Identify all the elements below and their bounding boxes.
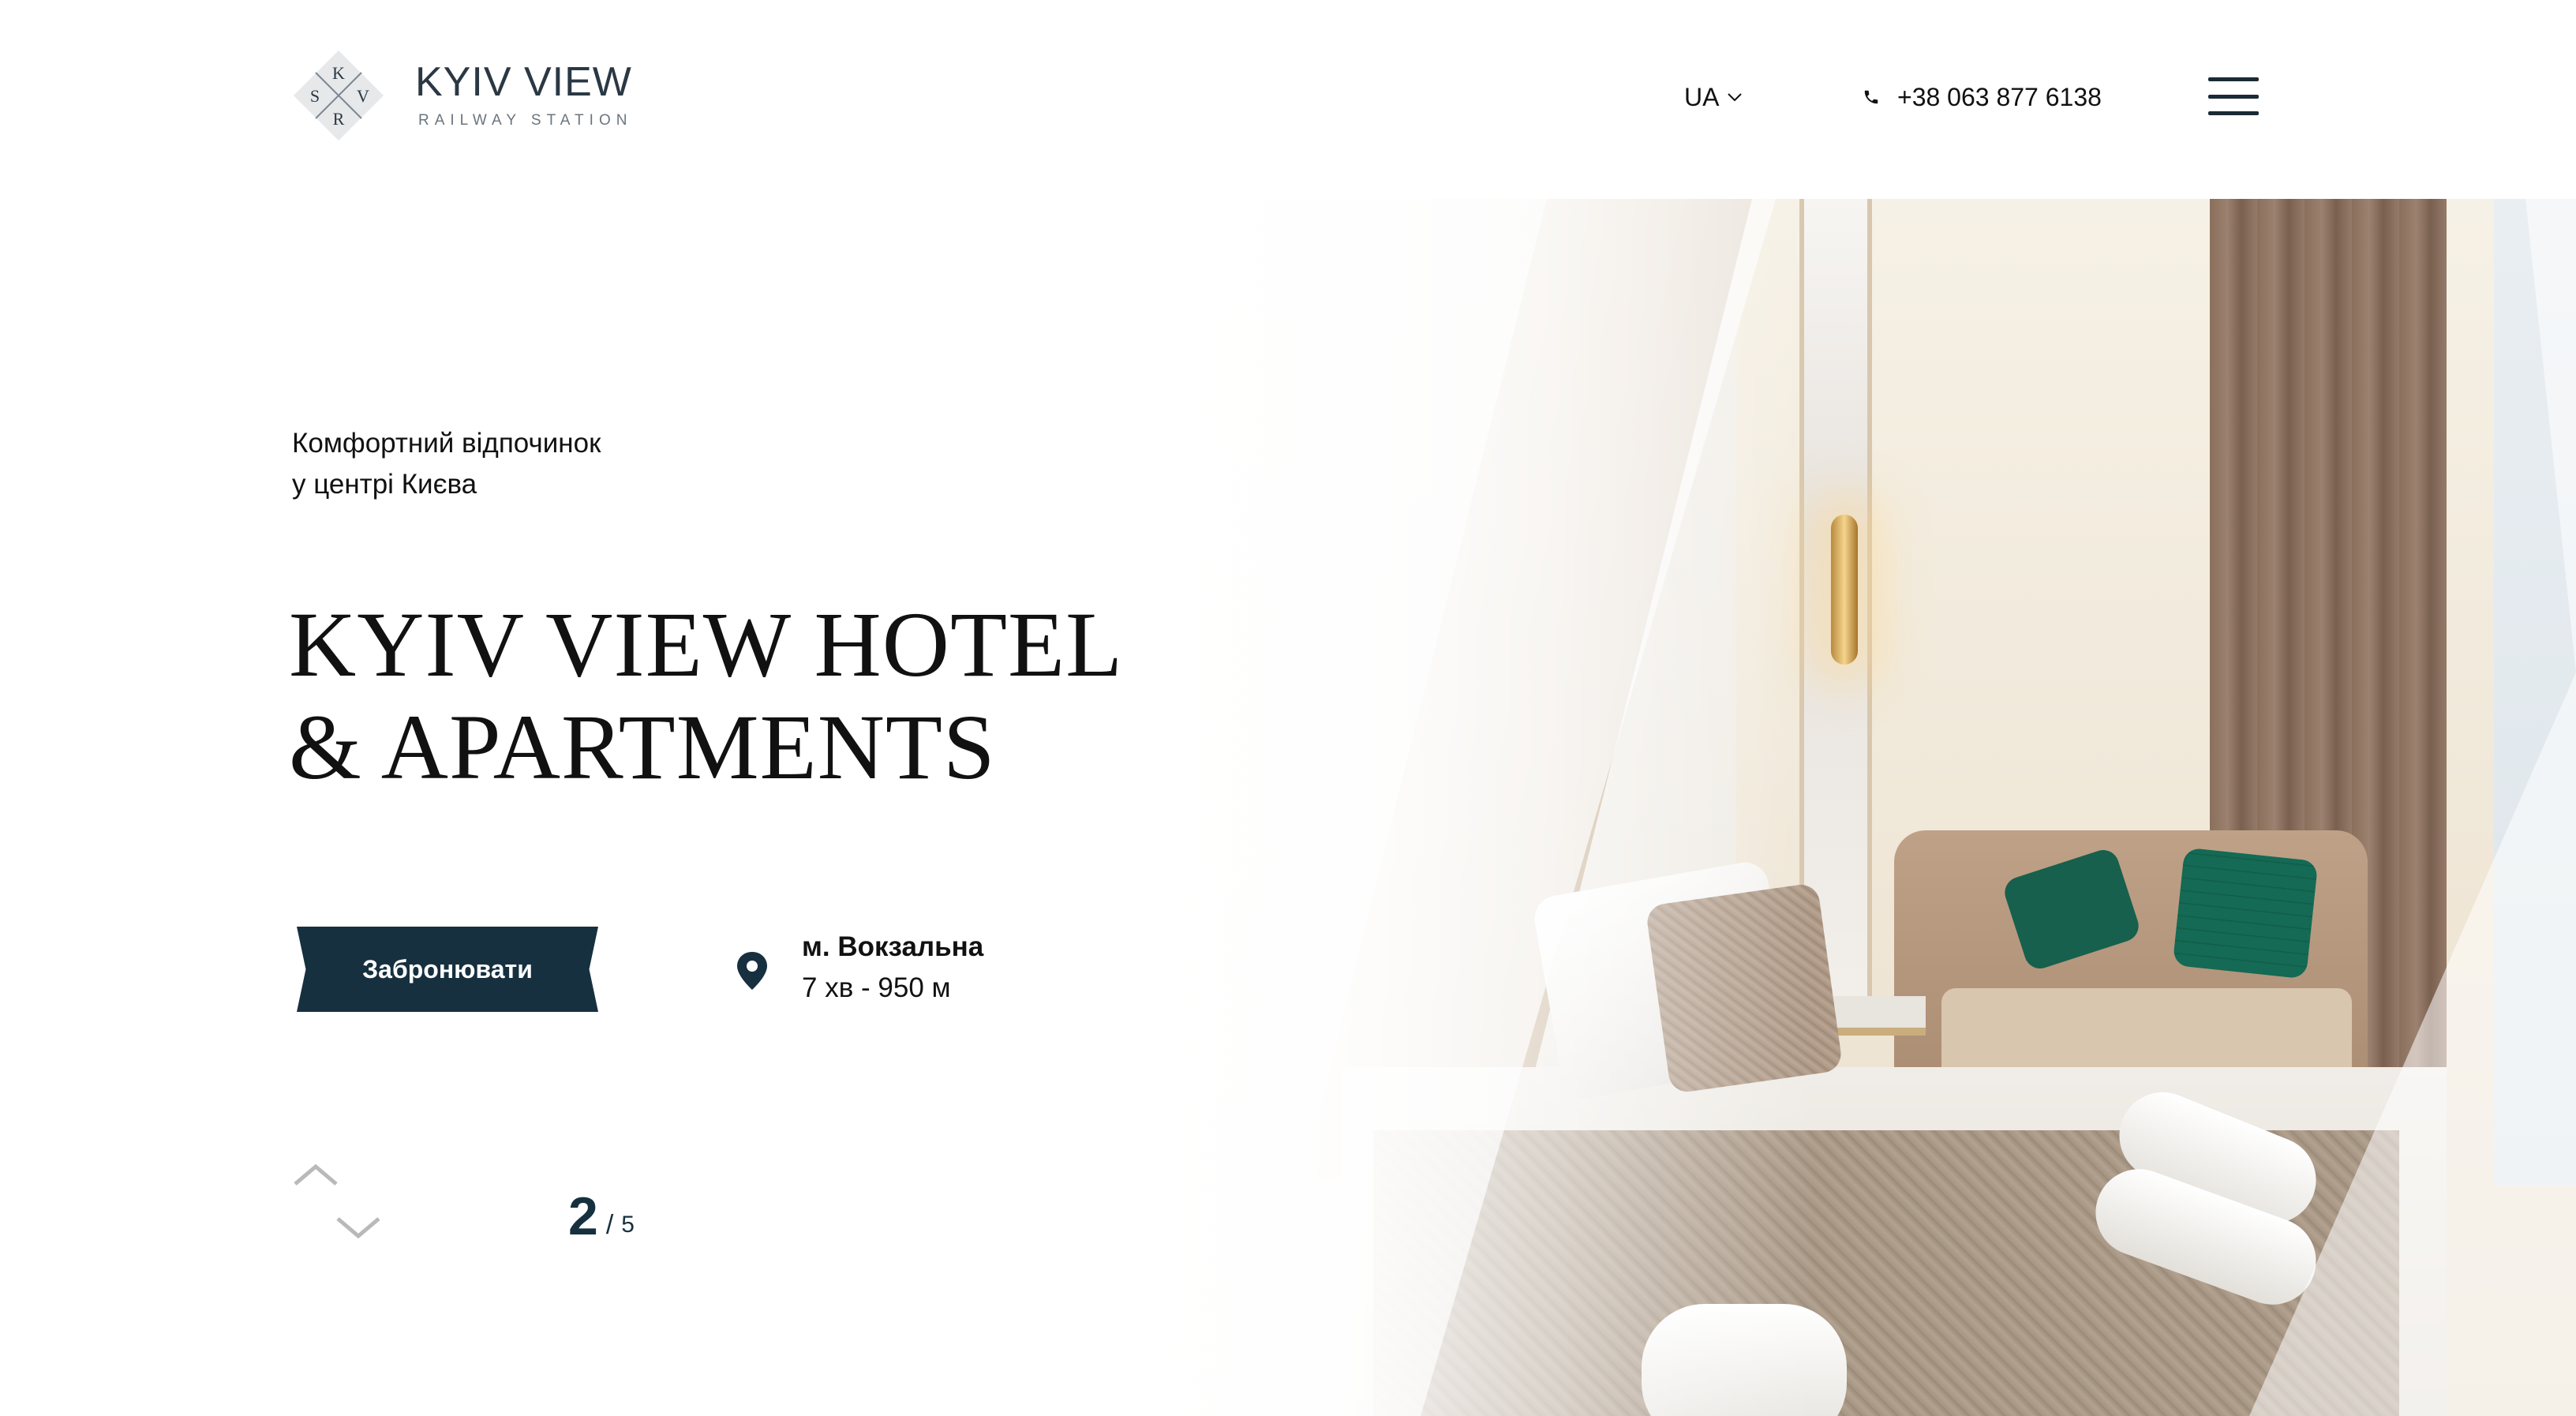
slider-navigation xyxy=(292,1160,387,1255)
hero-image-fade xyxy=(1105,199,1815,1416)
tagline-line-1: Комфортний відпочинок xyxy=(292,428,601,459)
site-logo[interactable]: K S V R KYIV VIEW RAILWAY STATION xyxy=(292,49,639,144)
svg-text:S: S xyxy=(310,86,320,106)
hero-title-line-2: & APARTMENTS xyxy=(289,695,996,799)
slide-current: 2 xyxy=(568,1186,598,1246)
room-green-pillow xyxy=(2172,847,2319,980)
map-pin-icon xyxy=(737,952,767,990)
phone-number: +38 063 877 6138 xyxy=(1897,82,2102,111)
slide-counter: 2 / 5 xyxy=(568,1181,635,1244)
logo-title: KYIV VIEW xyxy=(415,59,632,105)
phone-icon xyxy=(1864,90,1878,104)
slide-separator: / xyxy=(605,1210,614,1240)
logo-subtitle: RAILWAY STATION xyxy=(418,112,633,129)
metro-station: м. Вокзальна xyxy=(802,931,984,962)
svg-text:V: V xyxy=(357,86,369,106)
language-switcher[interactable]: UA xyxy=(1684,81,1743,113)
hero-tagline: Комфортний відпочинок у центрі Києва xyxy=(292,423,766,505)
hamburger-menu-icon[interactable] xyxy=(2208,76,2259,117)
slide-total: 5 xyxy=(621,1212,635,1238)
chevron-up-icon[interactable] xyxy=(292,1160,339,1192)
language-label: UA xyxy=(1684,82,1720,111)
location-info: м. Вокзальна 7 хв - 950 м xyxy=(734,928,1129,1015)
hero-room-image xyxy=(1105,199,2576,1416)
svg-text:K: K xyxy=(332,63,345,83)
room-wall-lamp xyxy=(1831,515,1858,665)
svg-text:R: R xyxy=(333,109,345,129)
hero-title-line-1: KYIV VIEW HOTEL xyxy=(289,593,1124,696)
site-header: K S V R KYIV VIEW RAILWAY STATION UA +38… xyxy=(0,0,2576,199)
phone-link[interactable]: +38 063 877 6138 xyxy=(1863,81,2102,113)
logo-monogram-icon: K S V R xyxy=(294,51,384,140)
book-button[interactable]: Забронювати xyxy=(297,927,598,1012)
chevron-down-icon[interactable] xyxy=(335,1211,382,1242)
walking-distance: 7 хв - 950 м xyxy=(802,972,951,1003)
hero-title: KYIV VIEW HOTEL & APARTMENTS xyxy=(289,594,1157,799)
tagline-line-2: у центрі Києва xyxy=(292,469,477,500)
chevron-down-icon xyxy=(1728,93,1743,102)
